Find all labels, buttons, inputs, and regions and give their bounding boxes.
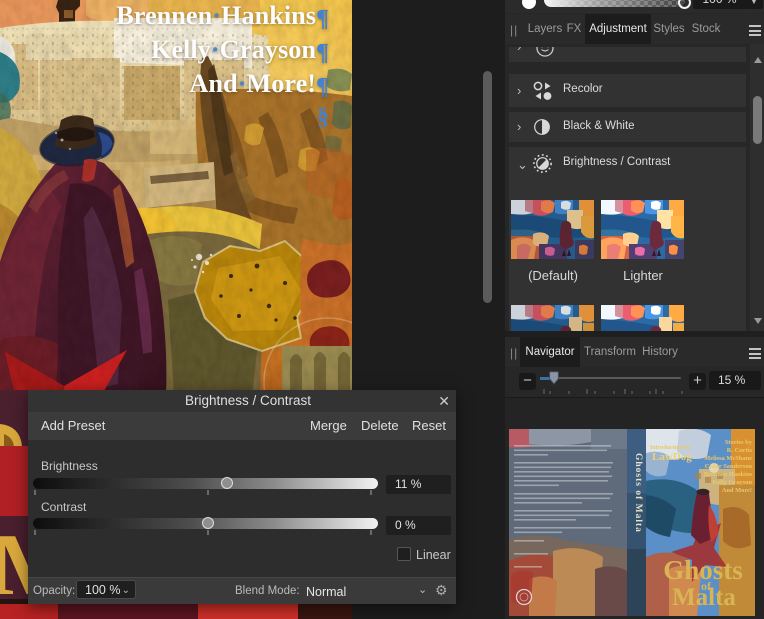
svg-text:Brennen Hankins: Brennen Hankins [704, 471, 753, 478]
svg-text:And More!: And More! [722, 487, 752, 494]
svg-text:Cedar Sanderson: Cedar Sanderson [705, 463, 753, 470]
svg-text:Melissa McShane: Melissa McShane [704, 455, 752, 462]
svg-text:Kelly Grayson: Kelly Grayson [712, 479, 752, 486]
svg-text:Stories by: Stories by [725, 439, 753, 446]
svg-text:Ghosts of Malta: Ghosts of Malta [633, 453, 643, 533]
svg-text:Malta: Malta [672, 584, 736, 611]
svg-text:R. Curtis: R. Curtis [727, 447, 753, 454]
svg-text:LawDog: LawDog [652, 451, 692, 463]
